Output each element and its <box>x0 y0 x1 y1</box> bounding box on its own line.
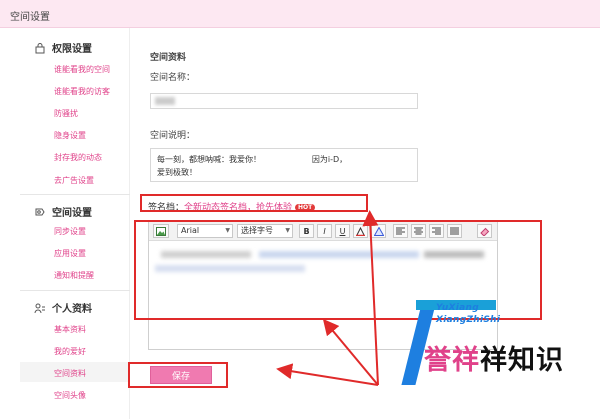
watermark-zh-rest: 祥知识 <box>480 345 564 376</box>
watermark-zh: 誉祥祥知识 <box>424 338 564 377</box>
watermark-en-line2: XiangZhiShi <box>436 315 501 325</box>
watermark-en-line1: YuXiang <box>436 303 479 313</box>
watermark-logo: YuXiang XiangZhiShi 誉祥祥知识 <box>401 300 600 419</box>
arrow-to-editor <box>322 318 379 386</box>
watermark-zh-prefix: 誉 <box>424 345 452 376</box>
watermark-zh-mid: 祥 <box>452 345 480 376</box>
arrow-to-signature <box>362 210 379 386</box>
arrow-to-save <box>276 363 379 386</box>
